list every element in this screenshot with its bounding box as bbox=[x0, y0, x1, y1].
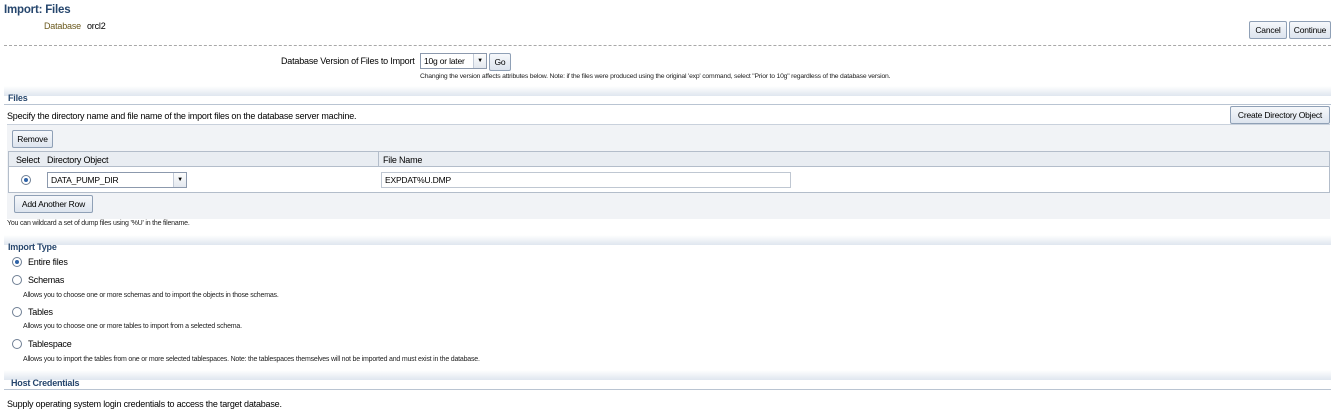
chevron-down-icon: ▼ bbox=[473, 54, 486, 68]
version-label: Database Version of Files to Import bbox=[281, 56, 415, 66]
import-type-section-title: Import Type bbox=[8, 242, 57, 252]
import-type-entire-files-radio[interactable] bbox=[12, 257, 22, 267]
continue-button[interactable]: Continue bbox=[1289, 21, 1331, 39]
import-type-schemas-radio[interactable] bbox=[12, 275, 22, 285]
import-type-tables-desc: Allows you to choose one or more tables … bbox=[23, 323, 242, 330]
create-directory-object-button[interactable]: Create Directory Object bbox=[1230, 106, 1330, 124]
files-section-divider bbox=[4, 104, 1331, 105]
directory-object-value: DATA_PUMP_DIR bbox=[51, 175, 119, 185]
cancel-button[interactable]: Cancel bbox=[1249, 21, 1287, 39]
import-type-section-bar bbox=[4, 235, 1331, 245]
chevron-down-icon: ▼ bbox=[173, 173, 186, 187]
filename-input[interactable]: EXPDAT%U.DMP bbox=[381, 172, 791, 188]
host-credentials-section-title: Host Credentials bbox=[11, 378, 80, 388]
directory-object-select[interactable]: DATA_PUMP_DIR ▼ bbox=[47, 172, 187, 188]
version-select[interactable]: 10g or later ▼ bbox=[420, 53, 487, 69]
import-type-schemas-label: Schemas bbox=[28, 275, 65, 285]
files-section-bar bbox=[4, 86, 1331, 96]
import-type-schemas-desc: Allows you to choose one or more schemas… bbox=[23, 292, 279, 299]
go-button[interactable]: Go bbox=[489, 53, 511, 71]
import-type-tables-radio[interactable] bbox=[12, 307, 22, 317]
import-type-tables-label: Tables bbox=[28, 307, 53, 317]
column-header-select: Select bbox=[16, 155, 40, 165]
header-divider bbox=[4, 45, 1331, 46]
remove-button[interactable]: Remove bbox=[12, 130, 53, 148]
files-table-header bbox=[8, 151, 1330, 167]
host-credentials-divider bbox=[4, 389, 1331, 390]
import-type-entire-files-label: Entire files bbox=[28, 257, 68, 267]
files-description: Specify the directory name and file name… bbox=[7, 111, 357, 121]
row-select-radio[interactable] bbox=[21, 175, 31, 185]
host-credentials-section-bar bbox=[4, 370, 1331, 380]
files-section-title: Files bbox=[8, 93, 28, 103]
wildcard-note: You can wildcard a set of dump files usi… bbox=[7, 220, 190, 227]
import-type-tablespace-desc: Allows you to import the tables from one… bbox=[23, 356, 480, 363]
import-type-tablespace-radio[interactable] bbox=[12, 339, 22, 349]
host-credentials-description: Supply operating system login credential… bbox=[7, 399, 282, 409]
column-header-directory: Directory Object bbox=[47, 155, 109, 165]
version-note: Changing the version affects attributes … bbox=[420, 73, 891, 80]
add-another-row-button[interactable]: Add Another Row bbox=[14, 195, 93, 213]
database-value: orcl2 bbox=[87, 21, 106, 31]
column-header-filename: File Name bbox=[383, 155, 423, 165]
import-type-tablespace-label: Tablespace bbox=[28, 339, 72, 349]
page-title: Import: Files bbox=[4, 4, 71, 16]
version-select-value: 10g or later bbox=[424, 56, 465, 66]
database-label: Database bbox=[44, 21, 81, 31]
